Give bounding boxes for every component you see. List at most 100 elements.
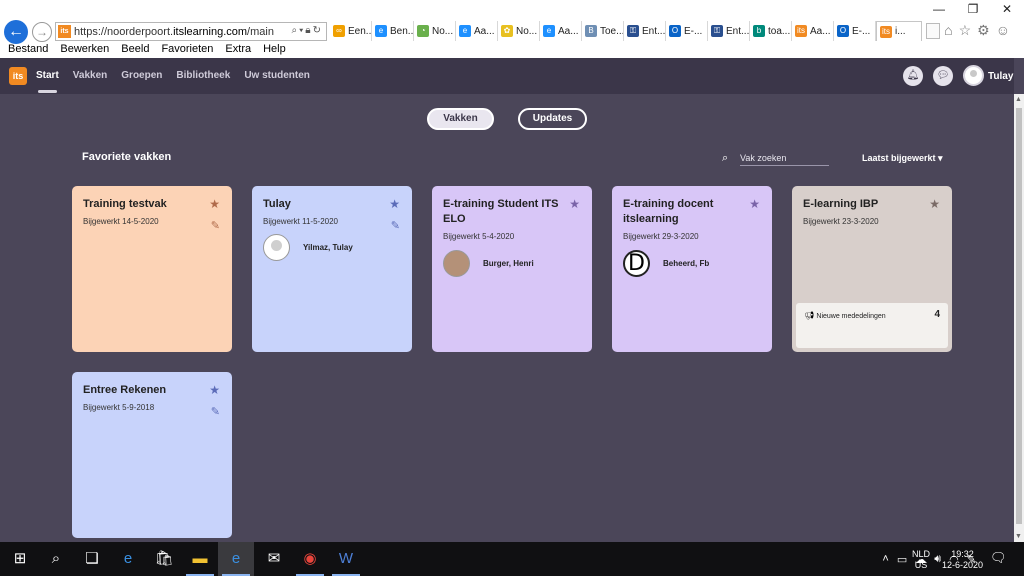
chevron-up-icon[interactable]: ˄ (882, 553, 888, 565)
menu-item[interactable]: Favorieten (161, 42, 213, 58)
browser-tab[interactable]: ⚿ Ent... (708, 21, 750, 41)
favorites-title: Favoriete vakken (82, 151, 172, 163)
tab-favicon-icon: ⚿ (627, 25, 639, 37)
task-view-icon[interactable]: ❏ (74, 542, 110, 576)
edge-icon[interactable]: e (110, 542, 146, 576)
edit-pencil-icon[interactable]: ✎ (211, 219, 220, 232)
browser-tab[interactable]: ⚿ Ent... (624, 21, 666, 41)
course-card[interactable]: E-learning IBP Bijgewerkt 23-3-2020 ★ 📢︎ Ni… (792, 186, 952, 352)
tab-label: E-... (684, 25, 703, 37)
browser-tab[interactable]: b toa... (750, 21, 792, 41)
address-bar[interactable]: its https://noorderpoort.itslearning.com… (55, 22, 327, 41)
menu-item[interactable]: Beeld (121, 42, 149, 58)
volume-icon[interactable]: 🔊︎ (934, 553, 941, 566)
nav-item[interactable]: Groepen (121, 70, 162, 81)
browser-tab[interactable]: e Ben... (372, 21, 414, 41)
favorites-star-icon[interactable]: ☆ (959, 22, 978, 38)
toggle-updates-button[interactable]: Updates (518, 108, 587, 130)
menu-item[interactable]: Bestand (8, 42, 48, 58)
browser-tab[interactable]: ✿ No... (498, 21, 540, 41)
store-icon[interactable]: 🛍︎ (146, 542, 182, 576)
course-title[interactable]: E-training Student ITS ELO (443, 197, 561, 227)
favorite-star-icon[interactable]: ★ (929, 197, 940, 211)
course-title[interactable]: E-training docent itslearning (623, 197, 741, 227)
minimize-icon[interactable]: — (922, 0, 956, 18)
course-search-input[interactable] (740, 150, 829, 166)
tab-label: Een... (348, 25, 372, 37)
refresh-icon[interactable]: ↻ (313, 25, 323, 36)
edit-pencil-icon[interactable]: ✎ (391, 219, 400, 232)
scroll-down-icon[interactable]: ▼ (1015, 533, 1022, 540)
browser-tab[interactable]: e Aa... (540, 21, 582, 41)
user-avatar[interactable] (963, 65, 984, 86)
tab-favicon-icon: e (375, 25, 387, 37)
toggle-vakken-button[interactable]: Vakken (427, 108, 494, 130)
bell-icon[interactable]: 🔔︎ (903, 66, 923, 86)
favorite-star-icon[interactable]: ★ (569, 197, 580, 211)
course-updated: Bijgewerkt 5-4-2020 (443, 232, 515, 241)
course-card[interactable]: E-training Student ITS ELO Bijgewerkt 5-4… (432, 186, 592, 352)
menu-item[interactable]: Bewerken (60, 42, 109, 58)
lock-icon: 🔒︎ (305, 25, 313, 36)
edit-pencil-icon[interactable]: ✎ (211, 405, 220, 418)
gear-icon[interactable]: ⚙ (977, 22, 996, 38)
nav-item[interactable]: Vakken (73, 70, 107, 81)
search-icon[interactable]: ⌕ (38, 542, 74, 576)
back-button[interactable]: ← (4, 20, 28, 44)
sort-dropdown[interactable]: Laatst bijgewerkt ▾ (862, 153, 943, 164)
favorite-star-icon[interactable]: ★ (209, 197, 220, 211)
browser-tab[interactable]: ∞ Een... (330, 21, 372, 41)
browser-tab[interactable]: its i... (876, 21, 922, 41)
home-icon[interactable]: ⌂ (944, 22, 958, 38)
scrollbar-thumb[interactable] (1016, 108, 1022, 524)
tablet-icon[interactable]: ▭ (897, 553, 907, 566)
browser-tab[interactable]: O E-... (666, 21, 708, 41)
nav-item[interactable]: Start (36, 70, 59, 93)
announcements-panel[interactable]: 📢︎ Nieuwe mededelingen 4 (796, 303, 948, 348)
favorite-star-icon[interactable]: ★ (389, 197, 400, 211)
language-indicator[interactable]: NLD US (912, 549, 930, 571)
nav-item[interactable]: Bibliotheek (176, 70, 230, 81)
chrome-icon[interactable]: ◉ (292, 542, 328, 576)
search-icon[interactable]: ⌕ (291, 25, 299, 36)
browser-tab[interactable]: O E-... (834, 21, 876, 41)
course-title[interactable]: Tulay (263, 197, 381, 212)
browser-tab[interactable]: ◔ No... (414, 21, 456, 41)
close-icon[interactable]: ✕ (990, 0, 1024, 18)
browser-tab[interactable]: e Aa... (456, 21, 498, 41)
internet-explorer-icon[interactable]: e (218, 542, 254, 576)
course-card[interactable]: Tulay Bijgewerkt 11-5-2020 ★ ✎ Yilmaz, Tulay (252, 186, 412, 352)
browser-tab[interactable]: B Toe... (582, 21, 624, 41)
windows-start-icon[interactable]: ⊞ (2, 542, 38, 576)
course-title[interactable]: E-learning IBP (803, 197, 921, 212)
file-explorer-icon[interactable]: ▬ (182, 542, 218, 576)
chat-icon[interactable]: 💬︎ (933, 66, 953, 86)
itslearning-logo[interactable]: its (9, 67, 27, 85)
smiley-icon[interactable]: ☺ (996, 22, 1016, 38)
menu-item[interactable]: Help (263, 42, 286, 58)
forward-button[interactable]: → (32, 22, 52, 42)
menu-item[interactable]: Extra (225, 42, 251, 58)
address-url: https://noorderpoort.itslearning.com/mai… (74, 26, 274, 38)
scrollbar[interactable]: ▲ ▼ (1014, 94, 1024, 542)
new-tab-button[interactable] (926, 23, 940, 39)
word-icon[interactable]: W (328, 542, 364, 576)
favorite-star-icon[interactable]: ★ (749, 197, 760, 211)
tab-label: Aa... (810, 25, 831, 37)
restore-icon[interactable]: ❐ (956, 0, 990, 18)
favorite-star-icon[interactable]: ★ (209, 383, 220, 397)
course-title[interactable]: Training testvak (83, 197, 201, 212)
course-card[interactable]: E-training docent itslearning Bijgewerkt … (612, 186, 772, 352)
course-card[interactable]: Entree Rekenen Bijgewerkt 5-9-2018 ★ ✎ (72, 372, 232, 538)
course-title[interactable]: Entree Rekenen (83, 383, 201, 398)
nav-item[interactable]: Uw studenten (244, 70, 310, 81)
browser-tab[interactable]: its Aa... (792, 21, 834, 41)
notifications-icon[interactable]: 🗨︎ (990, 550, 1007, 566)
mail-icon[interactable]: ✉ (256, 542, 292, 576)
scroll-up-icon[interactable]: ▲ (1015, 96, 1022, 103)
course-card[interactable]: Training testvak Bijgewerkt 14-5-2020 ★ ✎ (72, 186, 232, 352)
user-name[interactable]: Tulay (988, 71, 1013, 82)
clock[interactable]: 19:32 12-6-2020 (942, 549, 983, 571)
course-owner: Yilmaz, Tulay (263, 234, 353, 261)
main-content: Vakken Updates Favoriete vakken ⌕ Laatst… (0, 94, 1014, 542)
